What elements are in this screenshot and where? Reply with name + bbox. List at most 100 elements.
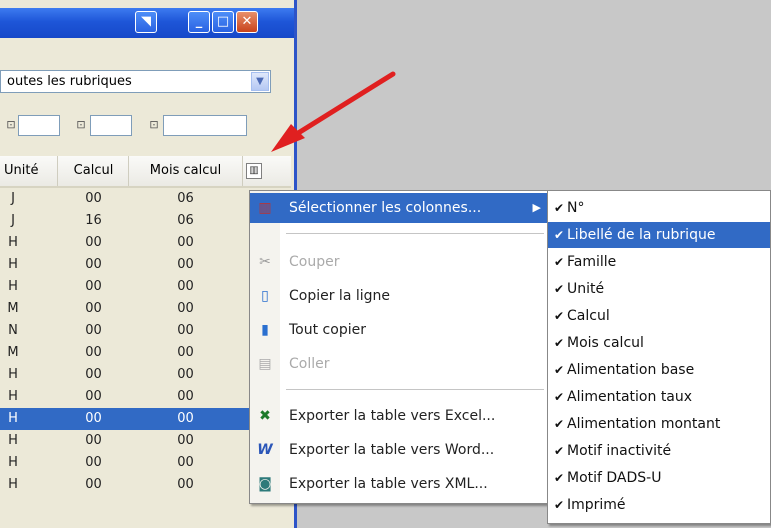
column-toggle-item[interactable]: ✔ Calcul [548, 303, 770, 329]
column-toggle-item[interactable]: ✔ Motif DADS-U [548, 465, 770, 491]
column-chooser-icon[interactable]: ▥ [246, 163, 262, 179]
table-row[interactable]: J 00 06 [0, 188, 291, 210]
menu-item-select-columns[interactable]: ▥ Sélectionner les colonnes... ▶ [250, 193, 549, 223]
close-icon: ✕ [241, 14, 253, 29]
table-row[interactable]: M 00 00 [0, 342, 291, 364]
column-toggle-label: Mois calcul [567, 335, 644, 351]
table-row[interactable]: J 16 06 [0, 210, 291, 232]
table-cell: 00 [177, 257, 194, 272]
menu-item-paste[interactable]: ▤ Coller [250, 349, 549, 379]
table-cell: 00 [177, 301, 194, 316]
checkmark-icon: ✔ [553, 201, 565, 215]
column-toggle-label: Alimentation taux [567, 389, 693, 405]
menu-item-cut[interactable]: ✂ Couper [250, 247, 549, 277]
copy-all-icon: ▮ [261, 322, 269, 338]
columns-icon: ▥ [258, 200, 272, 216]
checkmark-icon: ✔ [553, 255, 565, 269]
table-cell: 00 [177, 389, 194, 404]
scissors-icon: ✂ [259, 254, 271, 270]
excel-icon: ✖ [259, 408, 271, 424]
close-button[interactable]: ✕ [236, 11, 258, 33]
maximize-button[interactable]: □ [212, 11, 234, 33]
menu-item-copy-row[interactable]: ▯ Copier la ligne [250, 281, 549, 311]
column-header-calcul[interactable]: Calcul [59, 156, 129, 186]
column-toggle-item[interactable]: ✔ Mois calcul [548, 330, 770, 356]
table-row[interactable]: N 00 00 [0, 320, 291, 342]
column-toggle-item[interactable]: ✔ N° [548, 195, 770, 221]
table-row[interactable]: H 00 00 [0, 276, 291, 298]
column-header-unite[interactable]: Unité [0, 156, 58, 186]
table-row[interactable]: H 00 00 [0, 474, 291, 496]
table-cell: H [8, 257, 18, 272]
checkmark-icon: ✔ [553, 363, 565, 377]
minimize-icon: _ [195, 14, 203, 29]
menu-item-export-word[interactable]: W Exporter la table vers Word... [250, 435, 549, 465]
minimize-button[interactable]: _ [188, 11, 210, 33]
table-cell: 00 [177, 279, 194, 294]
table-row[interactable]: H 00 00 [0, 408, 291, 430]
column-toggle-label: Alimentation base [567, 362, 695, 378]
table-cell: 00 [85, 433, 102, 448]
xml-icon: ◙ [258, 476, 272, 492]
help-button[interactable]: ◥ [135, 11, 157, 33]
rubric-filter-value: outes les rubriques [7, 74, 132, 89]
word-icon: W [257, 442, 273, 458]
column-header-mois-calcul[interactable]: Mois calcul [129, 156, 243, 186]
checkmark-icon: ✔ [553, 471, 565, 485]
table-cell: 00 [85, 301, 102, 316]
table-cell: 00 [85, 235, 102, 250]
column-toggle-label: Calcul [567, 308, 610, 324]
table-cell: 00 [85, 411, 102, 426]
rubric-filter-dropdown[interactable]: outes les rubriques ▼ [0, 70, 271, 93]
column-toggle-item[interactable]: ✔ Motif inactivité [548, 438, 770, 464]
table-cell: H [8, 367, 18, 382]
table-row[interactable]: M 00 00 [0, 298, 291, 320]
column-toggle-label: Libellé de la rubrique [567, 227, 716, 243]
table-row[interactable]: H 00 00 [0, 232, 291, 254]
column-toggle-item[interactable]: ✔ Famille [548, 249, 770, 275]
column-toggle-item[interactable]: ✔ Alimentation base [548, 357, 770, 383]
checkmark-icon: ✔ [553, 336, 565, 350]
table-cell: 00 [177, 323, 194, 338]
column-toggle-item[interactable]: ✔ Libellé de la rubrique [548, 222, 770, 248]
submenu-arrow-icon: ▶ [532, 201, 541, 214]
column-toggle-item[interactable]: ✔ Unité [548, 276, 770, 302]
filter-icon[interactable]: ⊡ [145, 115, 163, 135]
maximize-icon: □ [216, 14, 230, 29]
table-cell: M [7, 345, 19, 360]
filter-input-2[interactable] [90, 115, 132, 136]
column-toggle-item[interactable]: ✔ Imprimé [548, 492, 770, 518]
copy-row-icon: ▯ [261, 288, 269, 304]
window-content: outes les rubriques ▼ ⊡ ⊡ ⊡ Unité Calcul… [0, 38, 291, 528]
filter-icon[interactable]: ⊡ [72, 115, 90, 135]
table-cell: 06 [177, 213, 194, 228]
table-cell: 00 [85, 279, 102, 294]
checkmark-icon: ✔ [553, 282, 565, 296]
table-cell: 00 [177, 433, 194, 448]
table-cell: N [8, 323, 18, 338]
table-row[interactable]: H 00 00 [0, 430, 291, 452]
columns-submenu: ✔ N° ✔ Libellé de la rubrique ✔ Famille ✔ Unité… [547, 190, 771, 524]
checkmark-icon: ✔ [553, 390, 565, 404]
grid-header: Unité Calcul Mois calcul ▥ [0, 156, 291, 188]
table-cell: 06 [177, 191, 194, 206]
table-row[interactable]: H 00 00 [0, 364, 291, 386]
table-row[interactable]: H 00 00 [0, 452, 291, 474]
menu-item-export-excel[interactable]: ✖ Exporter la table vers Excel... [250, 401, 549, 431]
column-toggle-item[interactable]: ✔ Alimentation taux [548, 384, 770, 410]
menu-item-copy-all[interactable]: ▮ Tout copier [250, 315, 549, 345]
checkmark-icon: ✔ [553, 444, 565, 458]
checkmark-icon: ✔ [553, 309, 565, 323]
filter-input-1[interactable] [18, 115, 60, 136]
table-cell: 00 [177, 411, 194, 426]
table-row[interactable]: H 00 00 [0, 254, 291, 276]
filter-input-3[interactable] [163, 115, 247, 136]
table-cell: H [8, 433, 18, 448]
column-toggle-label: Unité [567, 281, 605, 297]
menu-item-export-xml[interactable]: ◙ Exporter la table vers XML... [250, 469, 549, 499]
column-toggle-label: Famille [567, 254, 617, 270]
table-row[interactable]: H 00 00 [0, 386, 291, 408]
column-toggle-item[interactable]: ✔ Alimentation montant [548, 411, 770, 437]
checkmark-icon: ✔ [553, 498, 565, 512]
menu-separator [286, 389, 544, 390]
